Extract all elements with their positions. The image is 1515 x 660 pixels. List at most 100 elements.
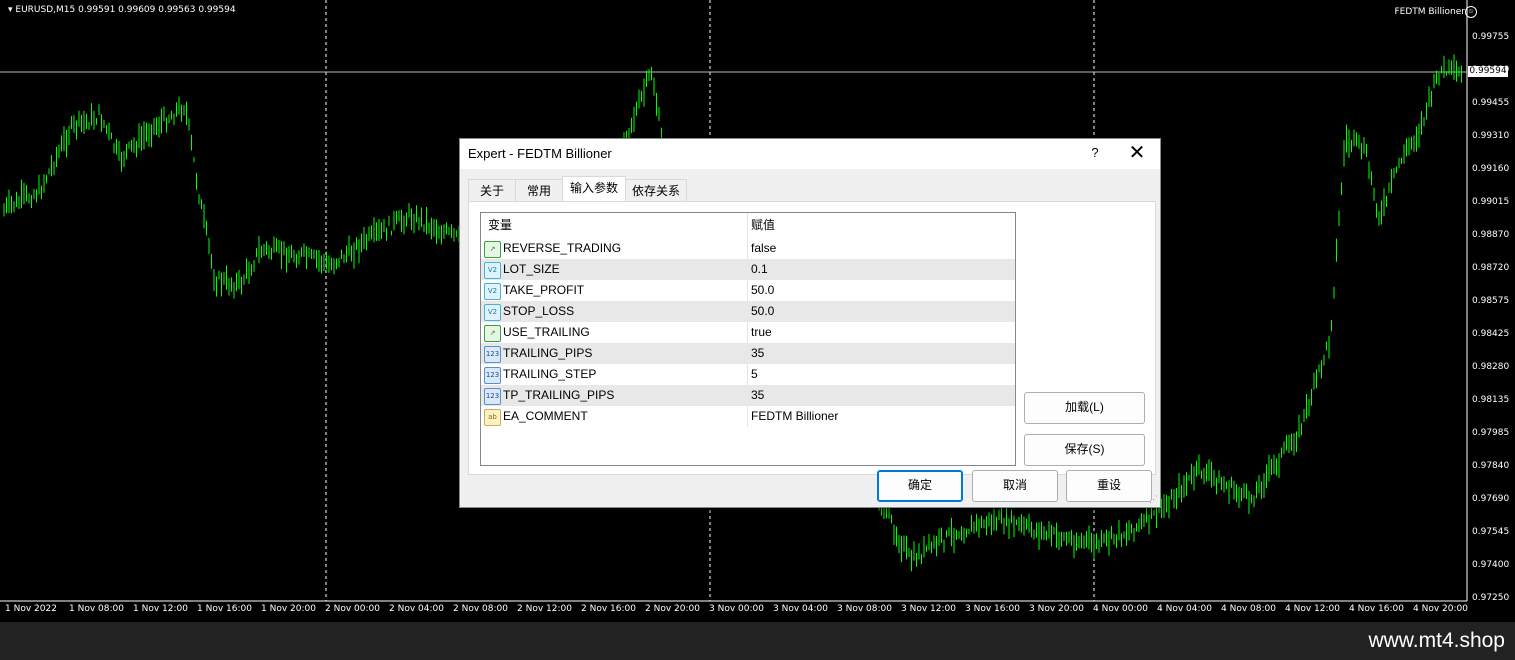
table-row[interactable]: ↗ USE_TRAILING true (481, 322, 1015, 343)
price-tick-label: 0.99310 (1472, 131, 1510, 141)
time-tick-label: 4 Nov 04:00 (1157, 604, 1212, 614)
price-tick-label: 0.99015 (1472, 197, 1510, 207)
table-row[interactable]: 123 TRAILING_PIPS 35 (481, 343, 1015, 364)
ea-name-label: FEDTM Billioner (1394, 7, 1465, 17)
price-tick-label: 0.98575 (1472, 296, 1510, 306)
param-type-double-icon: V2 (484, 262, 501, 279)
time-tick-label: 3 Nov 08:00 (837, 604, 892, 614)
time-tick-label: 1 Nov 08:00 (69, 604, 124, 614)
time-tick-label: 2 Nov 12:00 (517, 604, 572, 614)
time-tick-label: 1 Nov 16:00 (197, 604, 252, 614)
price-tick-label: 0.98720 (1472, 263, 1510, 273)
param-value[interactable]: 0.1 (751, 259, 768, 280)
param-value[interactable]: FEDTM Billioner (751, 406, 838, 427)
param-value[interactable]: 50.0 (751, 280, 774, 301)
time-tick-label: 2 Nov 20:00 (645, 604, 700, 614)
table-row[interactable]: V2 LOT_SIZE 0.1 (481, 259, 1015, 280)
bottom-bar: www.mt4.shop (0, 622, 1515, 660)
current-price-label: 0.99594 (1468, 66, 1508, 77)
time-tick-label: 4 Nov 08:00 (1221, 604, 1276, 614)
param-value[interactable]: 35 (751, 343, 764, 364)
time-tick-label: 3 Nov 16:00 (965, 604, 1020, 614)
time-tick-label: 1 Nov 2022 (5, 604, 57, 614)
price-tick-label: 0.97250 (1472, 593, 1510, 603)
param-type-bool-icon: ↗ (484, 325, 501, 342)
time-tick-label: 1 Nov 20:00 (261, 604, 316, 614)
dialog-title: Expert - FEDTM Billioner (468, 146, 612, 161)
price-tick-label: 0.98135 (1472, 395, 1510, 405)
time-tick-label: 2 Nov 04:00 (389, 604, 444, 614)
param-name: TRAILING_STEP (503, 367, 597, 381)
reset-button[interactable]: 重设 (1066, 470, 1152, 502)
save-button[interactable]: 保存(S) (1024, 434, 1145, 466)
param-name: TAKE_PROFIT (503, 283, 585, 297)
price-tick-label: 0.98280 (1472, 362, 1510, 372)
table-row[interactable]: 123 TRAILING_STEP 5 (481, 364, 1015, 385)
time-tick-label: 2 Nov 00:00 (325, 604, 380, 614)
price-tick-label: 0.99755 (1472, 32, 1510, 42)
table-row[interactable]: ↗ REVERSE_TRADING false (481, 238, 1015, 259)
param-value[interactable]: 35 (751, 385, 764, 406)
param-type-int-icon: 123 (484, 346, 501, 363)
param-value[interactable]: true (751, 322, 772, 343)
tab-about[interactable]: 关于 (468, 179, 516, 202)
param-type-string-icon: ab (484, 409, 501, 426)
time-tick-label: 3 Nov 00:00 (709, 604, 764, 614)
time-tick-label: 3 Nov 04:00 (773, 604, 828, 614)
param-value[interactable]: 50.0 (751, 301, 774, 322)
table-row[interactable]: V2 STOP_LOSS 50.0 (481, 301, 1015, 322)
inputs-panel: 变量 赋值 ↗ REVERSE_TRADING false V2 LOT_SIZE 0.1… (468, 201, 1156, 475)
param-name: EA_COMMENT (503, 409, 588, 423)
dialog-titlebar[interactable]: Expert - FEDTM Billioner ? ✕ (460, 139, 1160, 169)
param-name: USE_TRAILING (503, 325, 590, 339)
table-row[interactable]: 123 TP_TRAILING_PIPS 35 (481, 385, 1015, 406)
table-row[interactable]: V2 TAKE_PROFIT 50.0 (481, 280, 1015, 301)
time-tick-label: 1 Nov 12:00 (133, 604, 188, 614)
time-tick-label: 4 Nov 20:00 (1413, 604, 1468, 614)
symbol-info: ▾ EURUSD,M15 0.99591 0.99609 0.99563 0.9… (8, 5, 236, 15)
cancel-button[interactable]: 取消 (972, 470, 1058, 502)
resize-grip-icon[interactable]: ⋰ (1149, 494, 1158, 505)
ok-button[interactable]: 确定 (877, 470, 963, 502)
param-type-int-icon: 123 (484, 367, 501, 384)
price-tick-label: 0.97985 (1472, 428, 1510, 438)
param-name: LOT_SIZE (503, 262, 560, 276)
close-icon[interactable]: ✕ (1126, 141, 1148, 165)
param-type-double-icon: V2 (484, 283, 501, 300)
param-name: REVERSE_TRADING (503, 241, 622, 255)
inputs-table[interactable]: 变量 赋值 ↗ REVERSE_TRADING false V2 LOT_SIZE 0.1… (480, 212, 1016, 466)
price-tick-label: 0.97400 (1472, 560, 1510, 570)
param-type-int-icon: 123 (484, 388, 501, 405)
price-tick-label: 0.97690 (1472, 494, 1510, 504)
price-tick-label: 0.99160 (1472, 164, 1510, 174)
param-name: TP_TRAILING_PIPS (503, 388, 615, 402)
price-tick-label: 0.97545 (1472, 527, 1510, 537)
column-header-value[interactable]: 赋值 (751, 213, 775, 235)
load-button[interactable]: 加载(L) (1024, 392, 1145, 424)
param-type-bool-icon: ↗ (484, 241, 501, 258)
expert-properties-dialog: Expert - FEDTM Billioner ? ✕ 关于 常用 输入参数 … (459, 138, 1161, 508)
price-tick-label: 0.98870 (1472, 230, 1510, 240)
time-tick-label: 2 Nov 16:00 (581, 604, 636, 614)
table-row[interactable]: ab EA_COMMENT FEDTM Billioner (481, 406, 1015, 427)
watermark: www.mt4.shop (1368, 629, 1505, 652)
param-name: STOP_LOSS (503, 304, 575, 318)
tab-inputs[interactable]: 输入参数 (562, 176, 626, 203)
param-value[interactable]: false (751, 238, 776, 259)
price-tick-label: 0.98425 (1472, 329, 1510, 339)
price-tick-label: 0.97840 (1472, 461, 1510, 471)
param-type-double-icon: V2 (484, 304, 501, 321)
symbol-info-text: EURUSD,M15 0.99591 0.99609 0.99563 0.995… (15, 5, 236, 15)
smiley-face-icon: ☺ (1465, 6, 1477, 18)
tab-common[interactable]: 常用 (515, 179, 563, 202)
time-tick-label: 2 Nov 08:00 (453, 604, 508, 614)
time-tick-label: 4 Nov 12:00 (1285, 604, 1340, 614)
time-tick-label: 3 Nov 20:00 (1029, 604, 1084, 614)
help-button[interactable]: ? (1088, 145, 1102, 160)
tab-dependencies[interactable]: 依存关系 (625, 179, 687, 202)
price-tick-label: 0.99455 (1472, 98, 1510, 108)
column-header-variable[interactable]: 变量 (488, 213, 512, 235)
param-name: TRAILING_PIPS (503, 346, 593, 360)
param-value[interactable]: 5 (751, 364, 758, 385)
time-tick-label: 3 Nov 12:00 (901, 604, 956, 614)
